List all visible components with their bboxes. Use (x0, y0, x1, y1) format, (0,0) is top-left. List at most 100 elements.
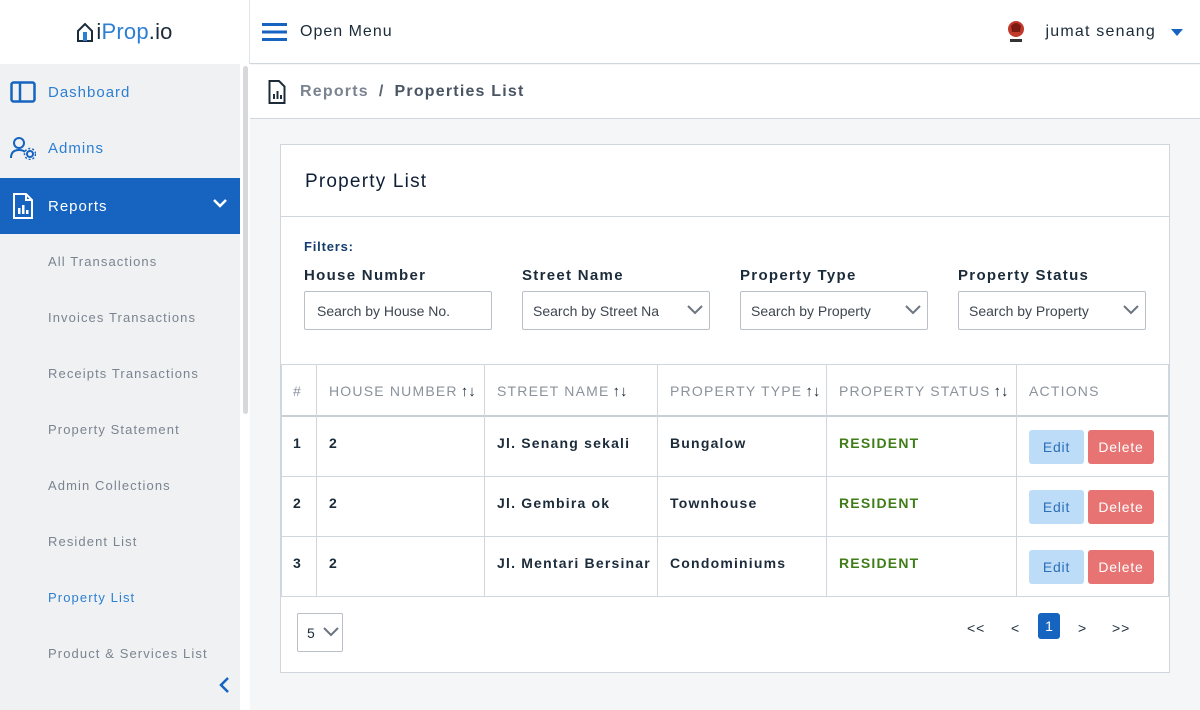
header-text: HOUSE NUMBER (329, 383, 458, 399)
breadcrumb-current: Properties List (394, 82, 525, 100)
sort-icon[interactable]: ↑↓ (461, 383, 476, 400)
page-1-button[interactable]: 1 (1038, 613, 1060, 639)
top-bar: Open Menu jumat senang (250, 0, 1200, 64)
sidebar-subitem-invoices-transactions[interactable]: Invoices Transactions (48, 310, 196, 325)
header-text: # (293, 383, 302, 399)
edit-button[interactable]: Edit (1029, 490, 1084, 524)
delete-button[interactable]: Delete (1088, 550, 1154, 584)
cell-property-status: RESIDENT (827, 477, 1017, 537)
card-divider (281, 216, 1169, 217)
cell-street-name: Jl. Gembira ok (485, 477, 658, 537)
next-page-button[interactable]: > (1078, 620, 1087, 636)
page-size-value: 5 (307, 624, 315, 641)
sidebar-item-label: Reports (48, 197, 108, 215)
filter-street-name: Street Name Search by Street Na (522, 267, 710, 330)
sidebar-subitem-resident-list[interactable]: Resident List (48, 534, 137, 549)
cell-property-type: Townhouse (658, 477, 827, 537)
house-number-search-input[interactable] (305, 292, 491, 329)
cell-property-status: RESIDENT (827, 417, 1017, 477)
user-menu[interactable]: jumat senang (1002, 0, 1184, 64)
footer-strip (250, 697, 1200, 710)
breadcrumb-reports-link[interactable]: Reports (300, 83, 369, 100)
sidebar-item-label: Admins (48, 139, 105, 157)
property-list-card: Property List Filters: House Number Stre… (280, 144, 1170, 673)
filter-property-type: Property Type Search by Property (740, 267, 928, 330)
sidebar-subitem-admin-collections[interactable]: Admin Collections (48, 478, 171, 493)
cell-property-type: Condominiums (658, 537, 827, 597)
edit-button[interactable]: Edit (1029, 430, 1084, 464)
table-row: 1 2 Jl. Senang sekali Bungalow RESIDENT … (282, 417, 1169, 477)
filter-label: Street Name (522, 267, 624, 284)
filter-label: Property Type (740, 267, 857, 284)
filter-house-number: House Number (304, 267, 492, 330)
logo-text-io: .io (148, 19, 173, 44)
property-type-select[interactable]: Search by Property (740, 291, 928, 330)
column-header-property-status[interactable]: PROPERTY STATUS ↑↓ (827, 365, 1017, 417)
street-name-select[interactable]: Search by Street Na (522, 291, 710, 330)
column-header-house-number[interactable]: HOUSE NUMBER ↑↓ (317, 365, 485, 417)
column-header-street-name[interactable]: STREET NAME ↑↓ (485, 365, 658, 417)
column-header-index: # (282, 365, 317, 417)
breadcrumb-trail: Reports / Properties List (300, 83, 525, 101)
header-text: STREET NAME (497, 383, 610, 399)
sort-icon[interactable]: ↑↓ (805, 383, 820, 400)
sidebar-subitem-receipts-transactions[interactable]: Receipts Transactions (48, 366, 199, 381)
delete-button[interactable]: Delete (1088, 490, 1154, 524)
sidebar-scrollbar[interactable] (243, 66, 248, 414)
filter-property-status: Property Status Search by Property (958, 267, 1146, 330)
column-header-actions: ACTIONS (1017, 365, 1169, 417)
page-size-select[interactable]: 5 (297, 613, 343, 652)
delete-button[interactable]: Delete (1088, 430, 1154, 464)
filters-label: Filters: (304, 239, 354, 254)
report-icon (10, 193, 36, 219)
filter-label: Property Status (958, 267, 1090, 284)
cell-actions: Edit Delete (1017, 417, 1169, 477)
sidebar-item-reports[interactable]: Reports (0, 178, 240, 234)
breadcrumb-separator: / (378, 82, 385, 100)
cell-index: 1 (282, 417, 317, 477)
table-border-right (1168, 364, 1169, 597)
street-name-select-value: Search by Street Na (533, 302, 660, 319)
cell-index: 2 (282, 477, 317, 537)
sidebar-subitem-property-statement[interactable]: Property Statement (48, 422, 180, 437)
prev-page-button[interactable]: < (1011, 620, 1020, 636)
app-logo[interactable]: i Prop .io (76, 19, 172, 45)
edit-button[interactable]: Edit (1029, 550, 1084, 584)
table-row: 2 2 Jl. Gembira ok Townhouse RESIDENT Ed… (282, 477, 1169, 537)
last-page-button[interactable]: >> (1112, 620, 1130, 636)
sort-icon[interactable]: ↑↓ (994, 383, 1009, 400)
sidebar-item-dashboard[interactable]: Dashboard (0, 64, 240, 120)
chevron-down-icon (1123, 305, 1139, 315)
cell-street-name: Jl. Mentari Bersinar (485, 537, 658, 597)
chevron-down-icon (687, 305, 703, 315)
sidebar-subitem-property-list[interactable]: Property List (48, 590, 135, 605)
user-name: jumat senang (1045, 23, 1156, 40)
cell-house-number: 2 (317, 477, 485, 537)
collapse-sidebar-chevron-left-icon[interactable] (216, 676, 234, 694)
house-number-search-box (304, 291, 492, 330)
chevron-down-icon (905, 305, 921, 315)
cell-property-type: Bungalow (658, 417, 827, 477)
avatar (1007, 21, 1024, 42)
cell-actions: Edit Delete (1017, 477, 1169, 537)
header-text: ACTIONS (1029, 383, 1100, 399)
property-status-select[interactable]: Search by Property (958, 291, 1146, 330)
hamburger-icon (262, 22, 287, 41)
column-header-property-type[interactable]: PROPERTY TYPE ↑↓ (658, 365, 827, 417)
sidebar: Dashboard Admins Reports All Transaction… (0, 64, 250, 710)
table-border-left (281, 364, 282, 597)
caret-down-icon (1171, 28, 1183, 36)
sidebar-item-admins[interactable]: Admins (0, 120, 240, 176)
cell-actions: Edit Delete (1017, 537, 1169, 597)
card-title: Property List (305, 171, 428, 192)
table-row: 3 2 Jl. Mentari Bersinar Condominiums RE… (282, 537, 1169, 597)
house-logo-icon (77, 22, 94, 42)
sidebar-subitem-product-services-list[interactable]: Product & Services List (48, 646, 208, 661)
logo-area: i Prop .io (0, 0, 250, 64)
sidebar-subitem-all-transactions[interactable]: All Transactions (48, 254, 157, 269)
cell-property-status: RESIDENT (827, 537, 1017, 597)
first-page-button[interactable]: << (967, 620, 985, 636)
open-menu-button[interactable]: Open Menu (262, 22, 393, 42)
table-header: # HOUSE NUMBER ↑↓ STREET NAME ↑↓ PROPERTY … (282, 365, 1169, 417)
sort-icon[interactable]: ↑↓ (613, 383, 628, 400)
